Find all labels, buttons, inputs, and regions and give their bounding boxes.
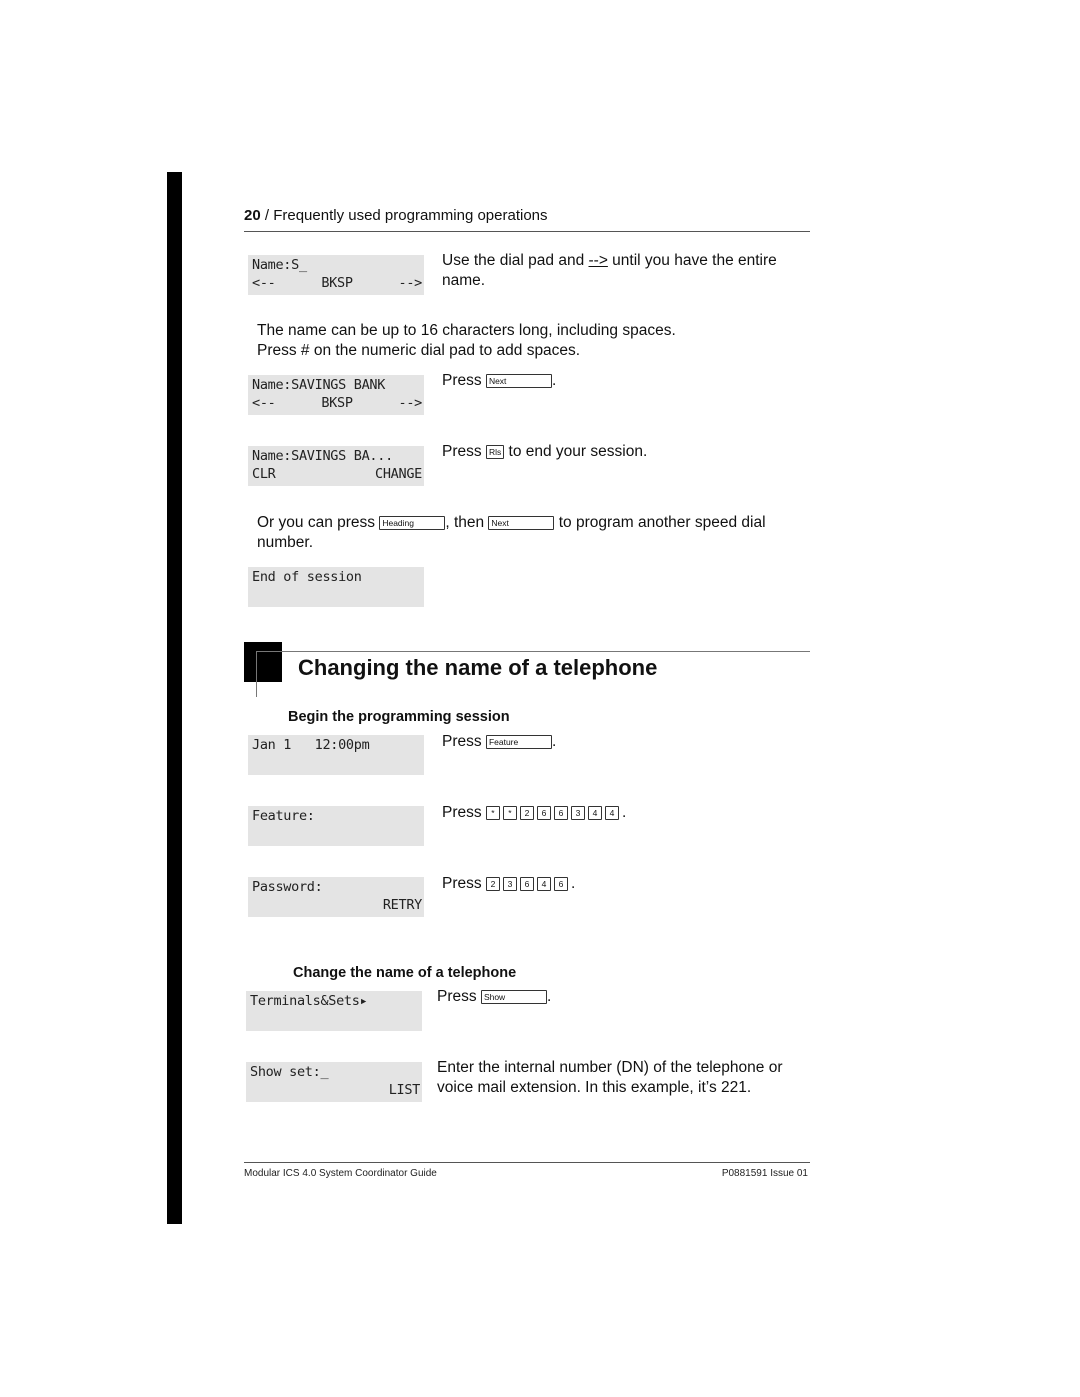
instruction-text: Enter the internal number (DN) of the te… — [437, 1059, 783, 1096]
lcd-line1: Name:SAVINGS BA... — [252, 448, 393, 464]
section-rule — [256, 651, 810, 652]
footer-rule — [244, 1162, 810, 1163]
alternative-instruction: Or you can press Heading, then Next to p… — [257, 513, 807, 552]
lcd-line1: Name:S_ — [252, 257, 307, 273]
press-label: Press — [442, 804, 482, 821]
press-label: Press — [442, 875, 482, 892]
lcd-display: Terminals&Sets▸ — [246, 991, 422, 1031]
lcd-line1: Terminals&Sets▸ — [250, 993, 368, 1009]
dialpad-key: * — [485, 806, 500, 820]
lcd-softkey-bksp: BKSP — [321, 395, 353, 411]
key-feature: Feature — [485, 735, 552, 749]
instruction-text: Press Next. — [442, 371, 556, 391]
footer-title: Modular ICS 4.0 System Coordinator Guide — [244, 1168, 437, 1179]
header-rule — [244, 231, 810, 232]
dialpad-key: * — [502, 806, 517, 820]
footer-doc-id: P0881591 Issue 01 — [721, 1168, 808, 1179]
text: , then — [445, 514, 489, 531]
lcd-display: Name:SAVINGS BANK <-- BKSP --> — [248, 375, 424, 415]
lcd-softkey-right: --> — [398, 395, 423, 411]
instruction-text: Press * * 2 6 6 3 4 4. — [442, 803, 626, 823]
press-label: Press — [442, 443, 482, 460]
running-head-title: Frequently used programming operations — [273, 207, 548, 224]
page-edge-bar — [167, 172, 182, 1224]
key-next: Next — [488, 516, 555, 530]
instruction-text: Press 23646. — [442, 874, 575, 894]
dialpad-key: 3 — [570, 806, 585, 820]
lcd-display: Name:S_ <-- BKSP --> — [248, 255, 424, 295]
instruction-text: Press Show. — [437, 987, 551, 1007]
dialpad-key: 6 — [519, 877, 534, 891]
lcd-line1: Name:SAVINGS BANK — [252, 377, 386, 393]
lcd-softkey-left: <-- — [252, 275, 276, 291]
lcd-display: End of session — [248, 567, 424, 607]
lcd-softkey-right: --> — [398, 275, 423, 291]
dialpad-key: 6 — [536, 806, 551, 820]
running-head: 20 / Frequently used programming operati… — [244, 207, 548, 224]
lcd-softkey-change: CHANGE — [375, 466, 422, 482]
dialpad-key: 3 — [502, 877, 517, 891]
instruction-text: Press Feature. — [442, 732, 556, 752]
lcd-display: Show set:_ LIST — [246, 1062, 422, 1102]
punct: . — [551, 733, 557, 750]
note-line1: The name can be up to 16 characters long… — [257, 322, 676, 339]
lcd-display: Name:SAVINGS BA... CLR CHANGE — [248, 446, 424, 486]
punct: . — [621, 804, 627, 821]
note-line2: Press # on the numeric dial pad to add s… — [257, 342, 581, 359]
section-heading: Changing the name of a telephone — [298, 655, 658, 680]
subsection-heading: Begin the programming session — [288, 709, 510, 725]
running-head-separator: / — [260, 207, 274, 224]
key-rls: Rls — [485, 445, 505, 459]
lcd-display: Jan 1 12:00pm — [248, 735, 424, 775]
punct: . — [546, 988, 552, 1005]
text: Use the dial pad and — [442, 252, 589, 269]
lcd-softkey-retry: RETRY — [382, 897, 422, 913]
dialpad-key: 4 — [536, 877, 551, 891]
lcd-line1: Show set:_ — [250, 1064, 329, 1080]
text: Or you can press — [257, 514, 380, 531]
lcd-display: Feature: — [248, 806, 424, 846]
subsection-heading: Change the name of a telephone — [293, 965, 517, 981]
dialpad-key: 2 — [485, 877, 500, 891]
dialpad-key: 6 — [553, 806, 568, 820]
dialpad-key: 2 — [519, 806, 534, 820]
lcd-softkey-list: LIST — [388, 1082, 421, 1098]
instruction-text: Press Rls to end your session. — [442, 442, 647, 462]
dialpad-key: 4 — [604, 806, 619, 820]
dialpad-key: 4 — [587, 806, 602, 820]
page-number: 20 — [244, 207, 261, 224]
text: to end your session. — [504, 443, 648, 460]
lcd-display: Password: RETRY — [248, 877, 424, 917]
key-show: Show — [480, 990, 547, 1004]
punct: . — [551, 372, 557, 389]
press-label: Press — [437, 988, 477, 1005]
instruction-text: Use the dial pad and --> until you have … — [442, 251, 802, 290]
section-marker — [244, 642, 282, 682]
lcd-softkey-left: <-- — [252, 395, 276, 411]
key-next: Next — [485, 374, 552, 388]
press-label: Press — [442, 733, 482, 750]
key-heading: Heading — [379, 516, 446, 530]
lcd-line1: Feature: — [252, 808, 315, 824]
lcd-line1: Password: — [252, 879, 323, 895]
arrow-key-label: --> — [588, 252, 608, 269]
lcd-softkey-clr: CLR — [252, 466, 276, 482]
punct: . — [570, 875, 576, 892]
lcd-line1: Jan 1 12:00pm — [252, 737, 370, 753]
lcd-softkey-bksp: BKSP — [321, 275, 353, 291]
lcd-line1: End of session — [252, 569, 362, 585]
section-marker-line — [256, 651, 257, 697]
dialpad-key: 6 — [553, 877, 568, 891]
press-label: Press — [442, 372, 482, 389]
